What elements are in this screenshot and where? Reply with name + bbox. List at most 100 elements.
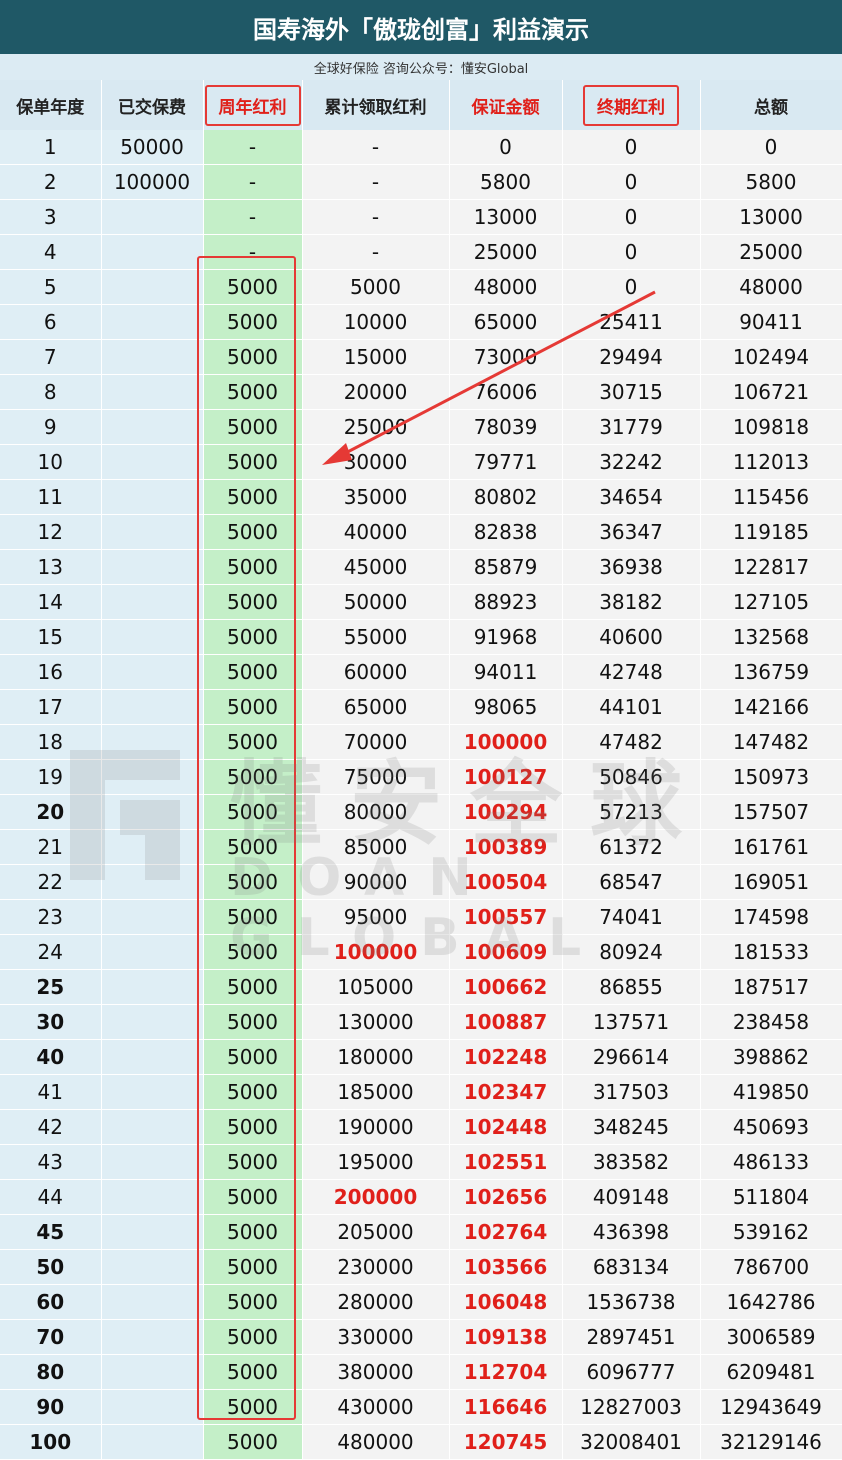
cell-annual-dividend: 5000 — [203, 1319, 303, 1355]
cell-terminal-dividend: 31779 — [562, 409, 701, 445]
cell-annual-dividend: 5000 — [203, 1389, 303, 1425]
cell-guaranteed-amount: 80802 — [449, 479, 563, 515]
cell-annual-dividend: 5000 — [203, 304, 303, 340]
cell-policy-year: 22 — [0, 864, 102, 900]
cell-cumulative-dividend: 45000 — [302, 549, 450, 585]
cell-guaranteed-amount: 100000 — [449, 724, 563, 760]
cell-terminal-dividend: 34654 — [562, 479, 701, 515]
cell-cumulative-dividend: 30000 — [302, 444, 450, 480]
cell-total: 132568 — [700, 619, 842, 655]
cell-premium-paid — [101, 1179, 204, 1215]
cell-policy-year: 14 — [0, 584, 102, 620]
cell-terminal-dividend: 29494 — [562, 339, 701, 375]
cell-annual-dividend: 5000 — [203, 654, 303, 690]
table-row: 17 5000 65000 98065 44101 142166 — [0, 689, 842, 725]
table-row: 4- -25000 0 25000 — [0, 234, 842, 270]
cell-terminal-dividend: 0 — [562, 199, 701, 235]
cell-terminal-dividend: 42748 — [562, 654, 701, 690]
cell-policy-year: 12 — [0, 514, 102, 550]
cell-terminal-dividend: 40600 — [562, 619, 701, 655]
table-row: 12 5000 40000 82838 36347 119185 — [0, 514, 842, 550]
terminal-dividend-label: 终期红利 — [583, 84, 679, 126]
cell-policy-year: 6 — [0, 304, 102, 340]
cell-cumulative-dividend: 40000 — [302, 514, 450, 550]
cell-annual-dividend: 5000 — [203, 1424, 303, 1460]
cell-policy-year: 90 — [0, 1389, 102, 1425]
cell-cumulative-dividend: 65000 — [302, 689, 450, 725]
cell-annual-dividend: 5000 — [203, 899, 303, 935]
cell-premium-paid — [101, 339, 204, 375]
cell-total: 48000 — [700, 269, 842, 305]
cell-terminal-dividend: 36347 — [562, 514, 701, 550]
cell-terminal-dividend: 0 — [562, 269, 701, 305]
cell-terminal-dividend: 2897451 — [562, 1319, 701, 1355]
table-row: 50 5000 230000 103566 683134 786700 — [0, 1249, 842, 1285]
cell-guaranteed-amount: 100504 — [449, 864, 563, 900]
cell-premium-paid: 50000 — [101, 130, 204, 165]
cell-premium-paid — [101, 234, 204, 270]
cell-annual-dividend: 5000 — [203, 969, 303, 1005]
cell-annual-dividend: 5000 — [203, 1004, 303, 1040]
table-row: 6 5000 10000 65000 25411 90411 — [0, 304, 842, 340]
cell-total: 119185 — [700, 514, 842, 550]
header-cumulative-dividend: 累计领取红利 — [302, 80, 450, 130]
cell-total: 90411 — [700, 304, 842, 340]
cell-premium-paid — [101, 374, 204, 410]
cell-premium-paid — [101, 514, 204, 550]
cell-policy-year: 60 — [0, 1284, 102, 1320]
cell-terminal-dividend: 348245 — [562, 1109, 701, 1145]
cell-cumulative-dividend: 480000 — [302, 1424, 450, 1460]
cell-total: 398862 — [700, 1039, 842, 1075]
cell-cumulative-dividend: 15000 — [302, 339, 450, 375]
cell-annual-dividend: 5000 — [203, 1354, 303, 1390]
cell-terminal-dividend: 86855 — [562, 969, 701, 1005]
table-row: 1 50000- -0 0 0 — [0, 130, 842, 165]
cell-policy-year: 4 — [0, 234, 102, 270]
cell-total: 150973 — [700, 759, 842, 795]
cell-premium-paid — [101, 724, 204, 760]
cell-total: 3006589 — [700, 1319, 842, 1355]
cell-terminal-dividend: 74041 — [562, 899, 701, 935]
cell-terminal-dividend: 137571 — [562, 1004, 701, 1040]
cell-total: 786700 — [700, 1249, 842, 1285]
cell-guaranteed-amount: 82838 — [449, 514, 563, 550]
cell-annual-dividend: - — [203, 234, 303, 270]
table-row: 30 5000 130000 100887 137571 238458 — [0, 1004, 842, 1040]
table-row: 60 5000 280000 106048 1536738 1642786 — [0, 1284, 842, 1320]
cell-policy-year: 10 — [0, 444, 102, 480]
cell-annual-dividend: 5000 — [203, 269, 303, 305]
cell-premium-paid — [101, 934, 204, 970]
cell-terminal-dividend: 0 — [562, 164, 701, 200]
cell-terminal-dividend: 0 — [562, 234, 701, 270]
cell-total: 181533 — [700, 934, 842, 970]
cell-annual-dividend: 5000 — [203, 409, 303, 445]
cell-premium-paid — [101, 479, 204, 515]
cell-cumulative-dividend: 80000 — [302, 794, 450, 830]
cell-cumulative-dividend: 25000 — [302, 409, 450, 445]
cell-total: 106721 — [700, 374, 842, 410]
cell-premium-paid — [101, 794, 204, 830]
cell-annual-dividend: 5000 — [203, 864, 303, 900]
cell-annual-dividend: 5000 — [203, 1144, 303, 1180]
cell-terminal-dividend: 50846 — [562, 759, 701, 795]
cell-cumulative-dividend: 200000 — [302, 1179, 450, 1215]
cell-guaranteed-amount: 102551 — [449, 1144, 563, 1180]
cell-total: 109818 — [700, 409, 842, 445]
cell-guaranteed-amount: 100294 — [449, 794, 563, 830]
cell-total: 5800 — [700, 164, 842, 200]
cell-guaranteed-amount: 120745 — [449, 1424, 563, 1460]
table-row: 80 5000 380000 112704 6096777 6209481 — [0, 1354, 842, 1390]
cell-premium-paid — [101, 1389, 204, 1425]
cell-policy-year: 40 — [0, 1039, 102, 1075]
cell-total: 157507 — [700, 794, 842, 830]
cell-terminal-dividend: 36938 — [562, 549, 701, 585]
cell-guaranteed-amount: 94011 — [449, 654, 563, 690]
cell-policy-year: 19 — [0, 759, 102, 795]
cell-guaranteed-amount: 98065 — [449, 689, 563, 725]
cell-premium-paid — [101, 1109, 204, 1145]
cell-cumulative-dividend: 130000 — [302, 1004, 450, 1040]
cell-cumulative-dividend: 205000 — [302, 1214, 450, 1250]
cell-guaranteed-amount: 100127 — [449, 759, 563, 795]
cell-guaranteed-amount: 88923 — [449, 584, 563, 620]
cell-guaranteed-amount: 112704 — [449, 1354, 563, 1390]
